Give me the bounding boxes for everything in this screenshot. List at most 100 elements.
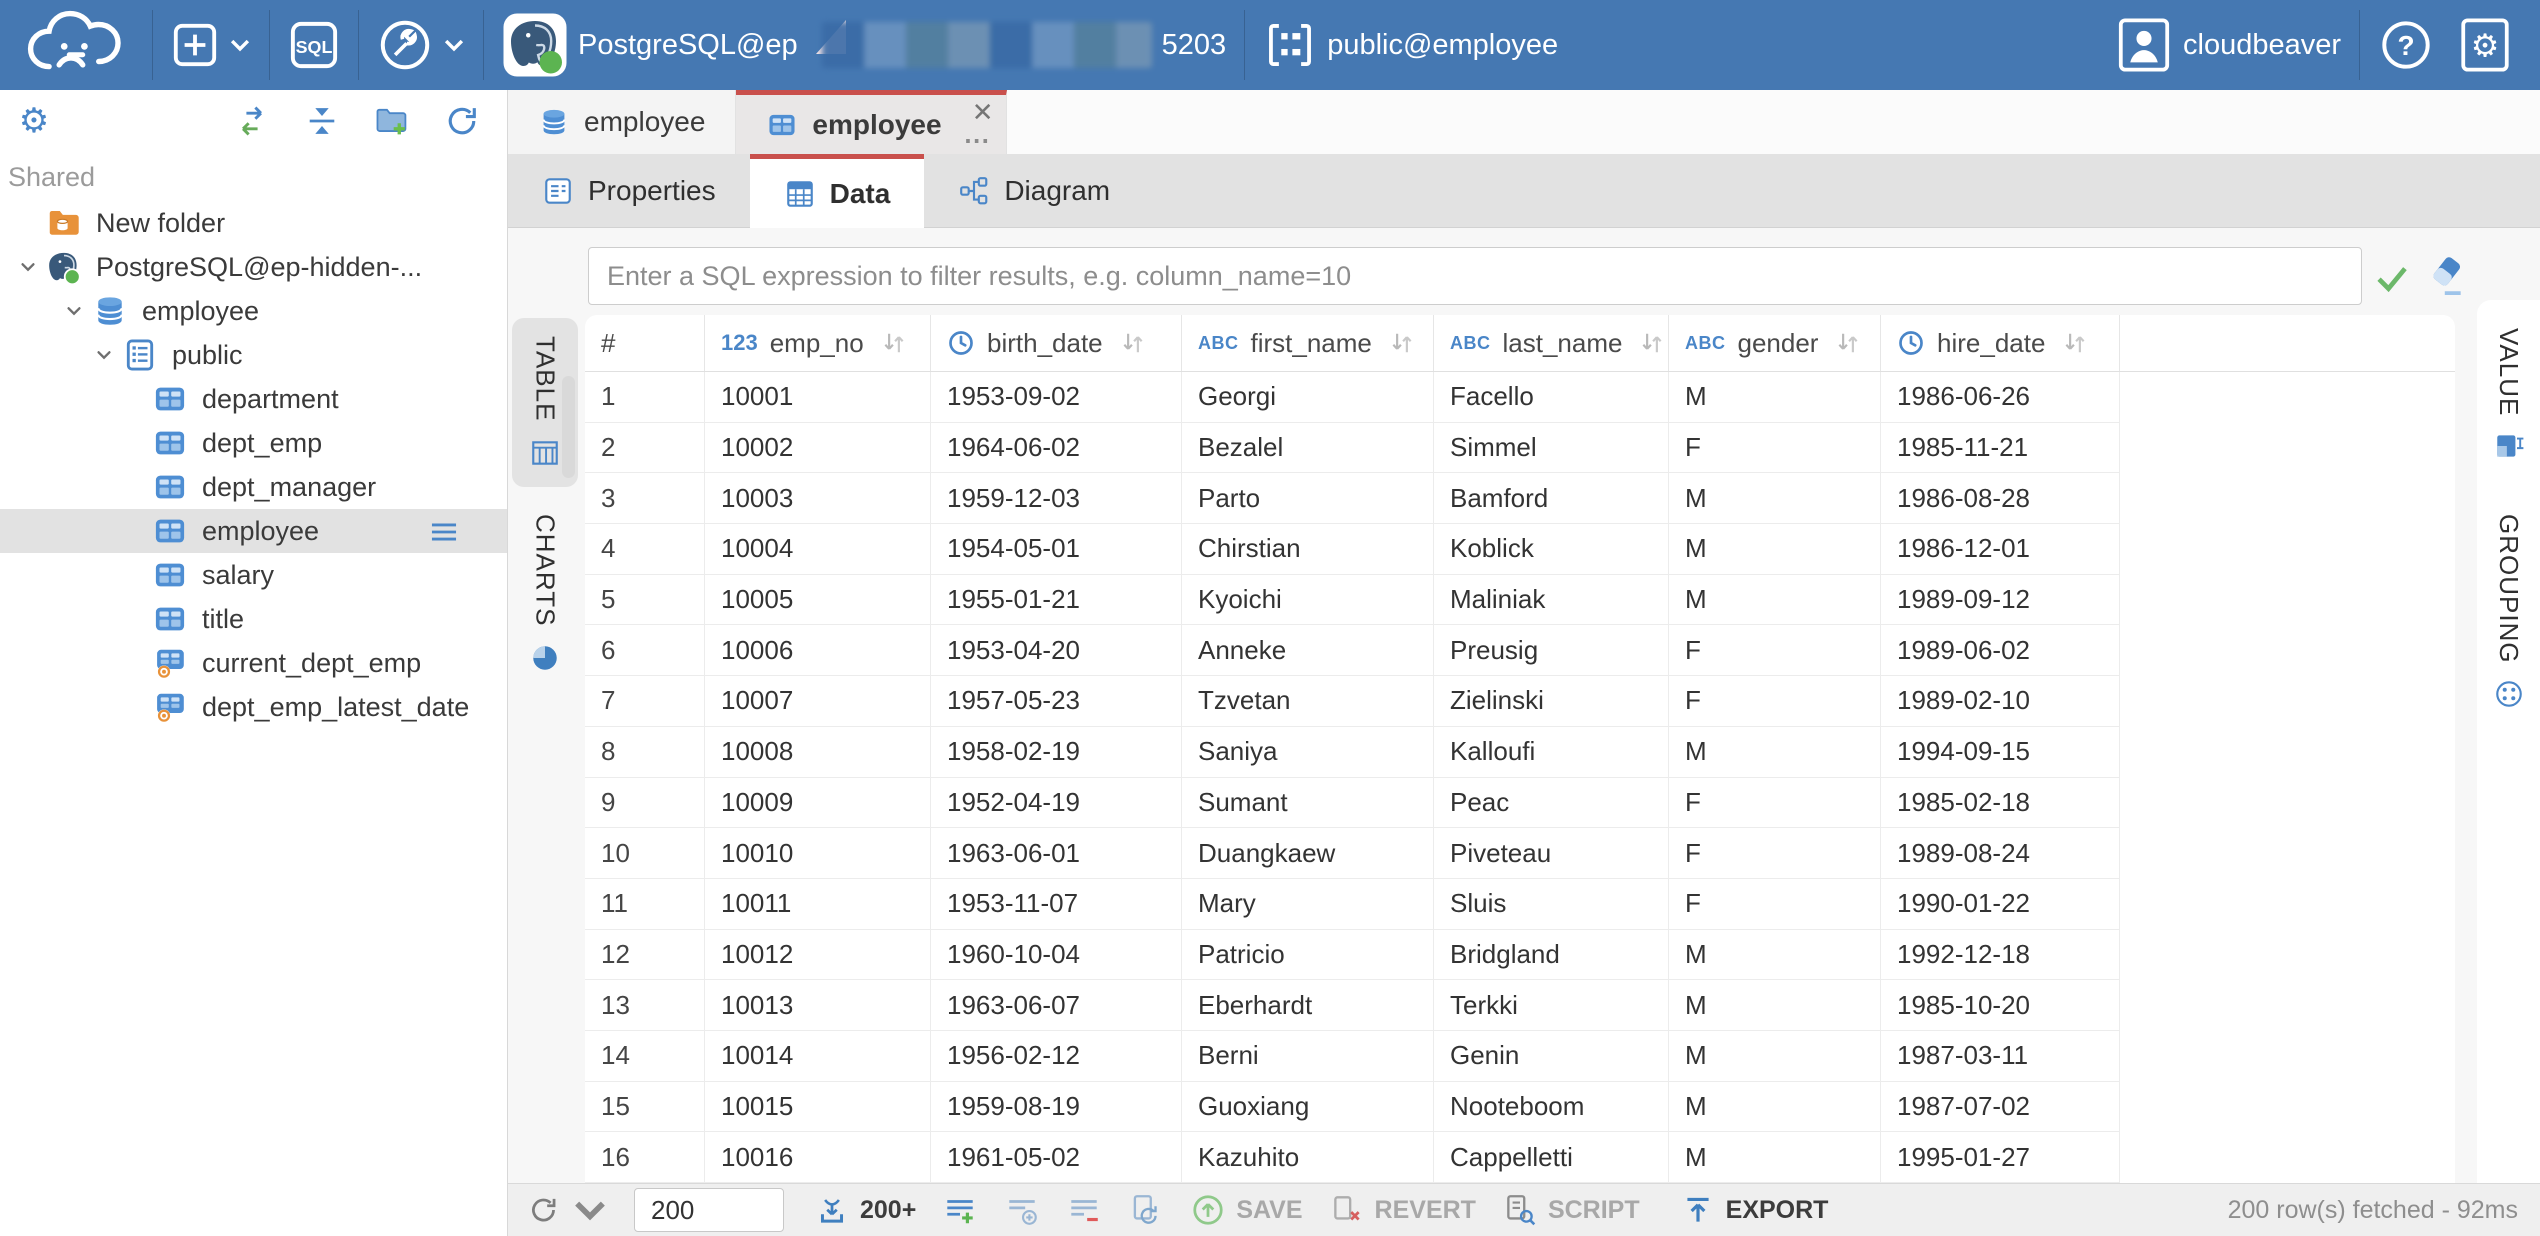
- link-with-editor-icon[interactable]: [233, 102, 271, 140]
- tree-item-dept-emp[interactable]: dept_emp: [0, 421, 507, 465]
- fetch-size-input[interactable]: [634, 1188, 784, 1232]
- tree-item-employee[interactable]: employee: [0, 289, 507, 333]
- tab-diagram[interactable]: Diagram: [924, 154, 1144, 228]
- grid-cell[interactable]: F: [1669, 828, 1881, 879]
- tree-item-salary[interactable]: salary: [0, 553, 507, 597]
- collapse-all-icon[interactable]: [303, 102, 341, 140]
- column-header-last_name[interactable]: ABClast_name: [1434, 315, 1669, 371]
- grid-cell[interactable]: Preusig: [1434, 625, 1669, 676]
- grid-cell[interactable]: 1961-05-02: [931, 1132, 1182, 1183]
- grid-cell[interactable]: Anneke: [1182, 625, 1434, 676]
- grid-cell[interactable]: Cappelletti: [1434, 1132, 1669, 1183]
- refresh-tree-icon[interactable]: [443, 102, 481, 140]
- grid-cell[interactable]: M: [1669, 473, 1881, 524]
- grid-cell[interactable]: 1989-06-02: [1881, 625, 2120, 676]
- grid-cell[interactable]: 1953-11-07: [931, 879, 1182, 930]
- sql-editor-button[interactable]: SQL: [288, 19, 340, 71]
- grid-cell[interactable]: Facello: [1434, 372, 1669, 423]
- grid-cell[interactable]: Parto: [1182, 473, 1434, 524]
- tab-data[interactable]: Data: [750, 154, 925, 228]
- grid-cell[interactable]: Piveteau: [1434, 828, 1669, 879]
- grid-cell[interactable]: 10015: [705, 1082, 931, 1133]
- grid-cell[interactable]: 1986-06-26: [1881, 372, 2120, 423]
- grid-cell[interactable]: Kalloufi: [1434, 727, 1669, 778]
- grid-cell[interactable]: Kazuhito: [1182, 1132, 1434, 1183]
- sort-icon[interactable]: [1390, 330, 1414, 356]
- grid-cell[interactable]: 1956-02-12: [931, 1031, 1182, 1082]
- grid-cell[interactable]: Simmel: [1434, 423, 1669, 474]
- grid-cell[interactable]: F: [1669, 625, 1881, 676]
- grid-cell[interactable]: 10014: [705, 1031, 931, 1082]
- grid-cell[interactable]: Koblick: [1434, 524, 1669, 575]
- grid-cell[interactable]: 1953-04-20: [931, 625, 1182, 676]
- sort-icon[interactable]: [1640, 330, 1664, 356]
- row-menu-icon[interactable]: [427, 515, 461, 547]
- grid-cell[interactable]: 10010: [705, 828, 931, 879]
- grid-cell[interactable]: F: [1669, 423, 1881, 474]
- grid-cell[interactable]: F: [1669, 879, 1881, 930]
- grid-cell[interactable]: Patricio: [1182, 930, 1434, 981]
- grid-cell[interactable]: F: [1669, 778, 1881, 829]
- grid-cell[interactable]: 1958-02-19: [931, 727, 1182, 778]
- grid-cell[interactable]: 10012: [705, 930, 931, 981]
- grid-cell[interactable]: 10006: [705, 625, 931, 676]
- grid-cell[interactable]: 10004: [705, 524, 931, 575]
- grid-cell[interactable]: Sluis: [1434, 879, 1669, 930]
- grid-cell[interactable]: M: [1669, 372, 1881, 423]
- grid-cell[interactable]: 1985-02-18: [1881, 778, 2120, 829]
- grid-cell[interactable]: 1989-09-12: [1881, 575, 2120, 626]
- tree-item-current-dept-emp[interactable]: current_dept_emp: [0, 641, 507, 685]
- grid-cell[interactable]: M: [1669, 727, 1881, 778]
- row-number-cell[interactable]: 5: [585, 575, 705, 626]
- panel-tab-value[interactable]: VALUE: [2493, 328, 2525, 462]
- tree-item-public[interactable]: public: [0, 333, 507, 377]
- tree-item-department[interactable]: department: [0, 377, 507, 421]
- row-number-cell[interactable]: 11: [585, 879, 705, 930]
- row-number-cell[interactable]: 13: [585, 980, 705, 1031]
- expander-chevron-icon[interactable]: [10, 206, 46, 240]
- grid-cell[interactable]: 1989-08-24: [1881, 828, 2120, 879]
- row-number-cell[interactable]: 3: [585, 473, 705, 524]
- grid-cell[interactable]: M: [1669, 524, 1881, 575]
- row-number-cell[interactable]: 8: [585, 727, 705, 778]
- presentation-tab-charts[interactable]: CHARTS: [512, 496, 578, 692]
- row-number-cell[interactable]: 4: [585, 524, 705, 575]
- tree-item-dept-emp-latest-date[interactable]: dept_emp_latest_date: [0, 685, 507, 729]
- grid-cell[interactable]: Nooteboom: [1434, 1082, 1669, 1133]
- grid-cell[interactable]: 10001: [705, 372, 931, 423]
- grid-cell[interactable]: Terkki: [1434, 980, 1669, 1031]
- column-header-hire_date[interactable]: hire_date: [1881, 315, 2120, 371]
- grid-cell[interactable]: 1985-10-20: [1881, 980, 2120, 1031]
- schema-selector[interactable]: public@employee: [1263, 18, 1558, 72]
- tab-properties[interactable]: Properties: [508, 154, 750, 228]
- tree-item-title[interactable]: title: [0, 597, 507, 641]
- grid-cell[interactable]: 1994-09-15: [1881, 727, 2120, 778]
- row-number-cell[interactable]: 10: [585, 828, 705, 879]
- row-number-cell[interactable]: 12: [585, 930, 705, 981]
- grid-cell[interactable]: Kyoichi: [1182, 575, 1434, 626]
- help-button[interactable]: ?: [2378, 17, 2434, 73]
- row-number-cell[interactable]: 15: [585, 1082, 705, 1133]
- row-number-cell[interactable]: 6: [585, 625, 705, 676]
- revert-button[interactable]: REVERT: [1329, 1192, 1476, 1228]
- tree-item-new-folder[interactable]: New folder: [0, 201, 507, 245]
- grid-cell[interactable]: Berni: [1182, 1031, 1434, 1082]
- grid-cell[interactable]: 1990-01-22: [1881, 879, 2120, 930]
- grid-cell[interactable]: 10002: [705, 423, 931, 474]
- grid-cell[interactable]: 1986-12-01: [1881, 524, 2120, 575]
- tools-button[interactable]: [377, 17, 465, 73]
- grid-cell[interactable]: 10013: [705, 980, 931, 1031]
- grid-cell[interactable]: 1992-12-18: [1881, 930, 2120, 981]
- grid-cell[interactable]: Maliniak: [1434, 575, 1669, 626]
- grid-cell[interactable]: Duangkaew: [1182, 828, 1434, 879]
- tab-employee-database[interactable]: employee: [508, 90, 736, 154]
- grid-cell[interactable]: 10008: [705, 727, 931, 778]
- sort-icon[interactable]: [1121, 330, 1145, 356]
- grid-cell[interactable]: 1952-04-19: [931, 778, 1182, 829]
- sidebar-settings-icon[interactable]: ⚙: [14, 101, 54, 141]
- grid-cell[interactable]: Bamford: [1434, 473, 1669, 524]
- grid-cell[interactable]: Bezalel: [1182, 423, 1434, 474]
- duplicate-row-button[interactable]: [1004, 1192, 1040, 1228]
- grid-cell[interactable]: 1964-06-02: [931, 423, 1182, 474]
- grid-cell[interactable]: 1987-03-11: [1881, 1031, 2120, 1082]
